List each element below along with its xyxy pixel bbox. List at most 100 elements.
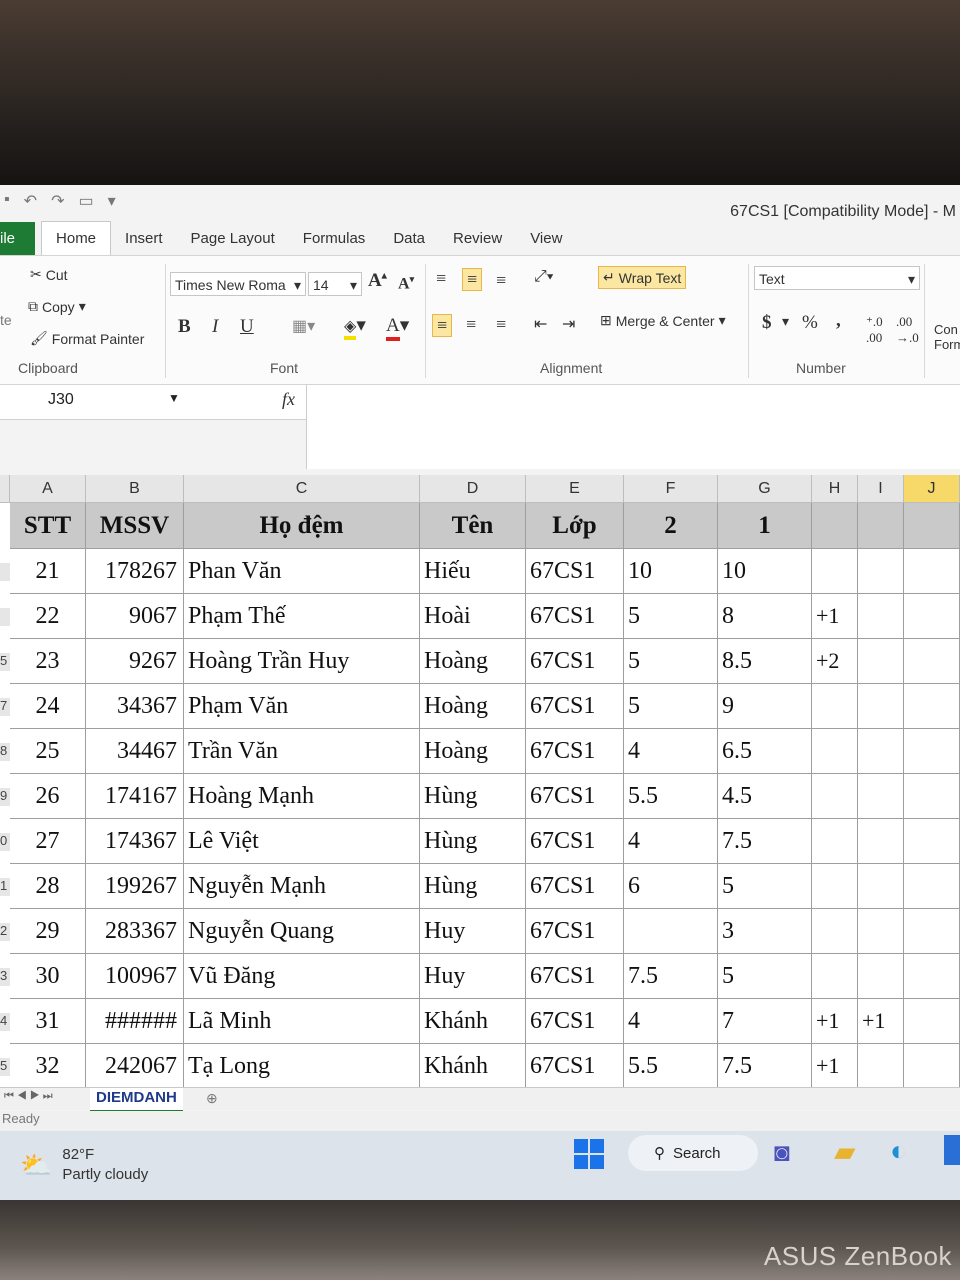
cell-ho_dem[interactable]: Lê Việt [184, 819, 420, 864]
merge-center-button[interactable]: ⊞ Merge & Center ▾ [600, 312, 726, 329]
edge-browser-icon[interactable]: ◐ [890, 1135, 907, 1167]
cell-ten[interactable]: Hùng [420, 774, 526, 819]
copy-button[interactable]: ⧉ Copy ▾ [28, 298, 86, 315]
cell-g[interactable]: 3 [718, 909, 812, 954]
cell-j[interactable] [904, 864, 960, 909]
cell-i[interactable] [858, 864, 904, 909]
customize-qat-icon[interactable]: ▾ [108, 191, 116, 211]
cell-lop[interactable]: 67CS1 [526, 774, 624, 819]
cell-i[interactable]: +1 [858, 999, 904, 1044]
cell-f[interactable]: 5 [624, 639, 718, 684]
header-cell-ho_dem[interactable]: Họ đệm [184, 503, 420, 549]
cell-f[interactable]: 7.5 [624, 954, 718, 999]
column-header-d[interactable]: D [420, 475, 526, 503]
cell-stt[interactable]: 25 [10, 729, 86, 774]
row-number[interactable]: 5 [0, 1058, 10, 1076]
bold-button[interactable]: B [178, 316, 191, 338]
column-header-j[interactable]: J [904, 475, 960, 503]
cell-i[interactable] [858, 909, 904, 954]
decrease-decimal-icon[interactable]: .00 →.0 [896, 314, 919, 346]
orientation-icon[interactable]: ⤢▾ [534, 268, 554, 286]
tab-page-layout[interactable]: Page Layout [177, 230, 289, 255]
row-number[interactable]: 2 [0, 923, 10, 941]
row-number[interactable]: 4 [0, 1013, 10, 1031]
percent-button[interactable]: % [802, 312, 818, 334]
cell-stt[interactable]: 26 [10, 774, 86, 819]
cell-ho_dem[interactable]: Hoàng Mạnh [184, 774, 420, 819]
cell-j[interactable] [904, 594, 960, 639]
cell-j[interactable] [904, 954, 960, 999]
cell-g[interactable]: 9 [718, 684, 812, 729]
cell-stt[interactable]: 29 [10, 909, 86, 954]
save-icon[interactable]: ▪ [4, 191, 10, 211]
cell-f[interactable]: 4 [624, 729, 718, 774]
tab-formulas[interactable]: Formulas [289, 230, 380, 255]
header-cell-mssv[interactable]: MSSV [86, 503, 184, 549]
cell-f[interactable]: 6 [624, 864, 718, 909]
cell-f[interactable]: 4 [624, 999, 718, 1044]
column-header-b[interactable]: B [86, 475, 184, 503]
cell-mssv[interactable]: 9267 [86, 639, 184, 684]
row-number[interactable]: 8 [0, 743, 10, 761]
teams-chat-icon[interactable]: ◙ [774, 1137, 790, 1168]
cell-ten[interactable]: Khánh [420, 999, 526, 1044]
cell-mssv[interactable]: 283367 [86, 909, 184, 954]
cell-lop[interactable]: 67CS1 [526, 639, 624, 684]
cell-ho_dem[interactable]: Nguyễn Mạnh [184, 864, 420, 909]
cell-stt[interactable]: 23 [10, 639, 86, 684]
store-icon[interactable] [944, 1135, 960, 1165]
row-number[interactable]: 5 [0, 653, 10, 671]
column-header-h[interactable]: H [812, 475, 858, 503]
column-header-f[interactable]: F [624, 475, 718, 503]
cell-stt[interactable]: 30 [10, 954, 86, 999]
row-number[interactable] [0, 608, 10, 626]
cell-mssv[interactable]: 34467 [86, 729, 184, 774]
cell-i[interactable] [858, 954, 904, 999]
cell-h[interactable]: +1 [812, 1044, 858, 1089]
row-number[interactable]: 1 [0, 878, 10, 896]
conditional-formatting-button[interactable]: Con Form [934, 322, 960, 352]
sheet-nav-icons[interactable]: ⏮ ◀ ▶ ⏭ [4, 1090, 53, 1103]
align-center-icon[interactable]: ≡ [466, 314, 476, 335]
cell-mssv[interactable]: 174167 [86, 774, 184, 819]
header-cell-i[interactable] [858, 503, 904, 549]
cell-lop[interactable]: 67CS1 [526, 549, 624, 594]
cell-stt[interactable]: 31 [10, 999, 86, 1044]
underline-button[interactable]: U [240, 316, 254, 338]
tab-data[interactable]: Data [379, 230, 439, 255]
cell-lop[interactable]: 67CS1 [526, 729, 624, 774]
cell-f[interactable]: 4 [624, 819, 718, 864]
name-box[interactable]: J30 ▼ [0, 387, 180, 415]
cell-mssv[interactable]: 174367 [86, 819, 184, 864]
cell-mssv[interactable]: 9067 [86, 594, 184, 639]
align-bottom-icon[interactable]: ≡ [496, 270, 506, 291]
header-cell-f[interactable]: 2 [624, 503, 718, 549]
format-painter-button[interactable]: 🖌 Format Painter [30, 330, 144, 347]
cell-i[interactable] [858, 549, 904, 594]
cell-lop[interactable]: 67CS1 [526, 954, 624, 999]
tab-view[interactable]: View [516, 230, 576, 255]
insert-sheet-icon[interactable]: ⊕ [206, 1090, 218, 1107]
cell-ho_dem[interactable]: Trần Văn [184, 729, 420, 774]
decrease-indent-icon[interactable]: ⇤ [534, 314, 547, 334]
cell-mssv[interactable]: 242067 [86, 1044, 184, 1089]
cell-g[interactable]: 7 [718, 999, 812, 1044]
cell-mssv[interactable]: 100967 [86, 954, 184, 999]
font-name-dropdown[interactable]: Times New Roma ▾ [170, 272, 306, 296]
align-right-icon[interactable]: ≡ [496, 314, 506, 335]
cell-i[interactable] [858, 1044, 904, 1089]
undo-icon[interactable]: ↶ [24, 191, 37, 211]
align-top-icon[interactable]: ≡ [436, 268, 446, 289]
cell-j[interactable] [904, 639, 960, 684]
cell-j[interactable] [904, 819, 960, 864]
chevron-down-icon[interactable]: ▾ [782, 314, 789, 331]
cell-h[interactable]: +1 [812, 594, 858, 639]
cut-button[interactable]: ✂ Cut [30, 266, 68, 283]
fill-color-icon[interactable]: ◈▾ [344, 314, 366, 340]
cell-ho_dem[interactable]: Nguyễn Quang [184, 909, 420, 954]
cell-g[interactable]: 4.5 [718, 774, 812, 819]
select-all-corner[interactable] [0, 475, 10, 503]
cell-ten[interactable]: Khánh [420, 1044, 526, 1089]
row-number[interactable] [0, 563, 10, 581]
cell-h[interactable]: +1 [812, 999, 858, 1044]
